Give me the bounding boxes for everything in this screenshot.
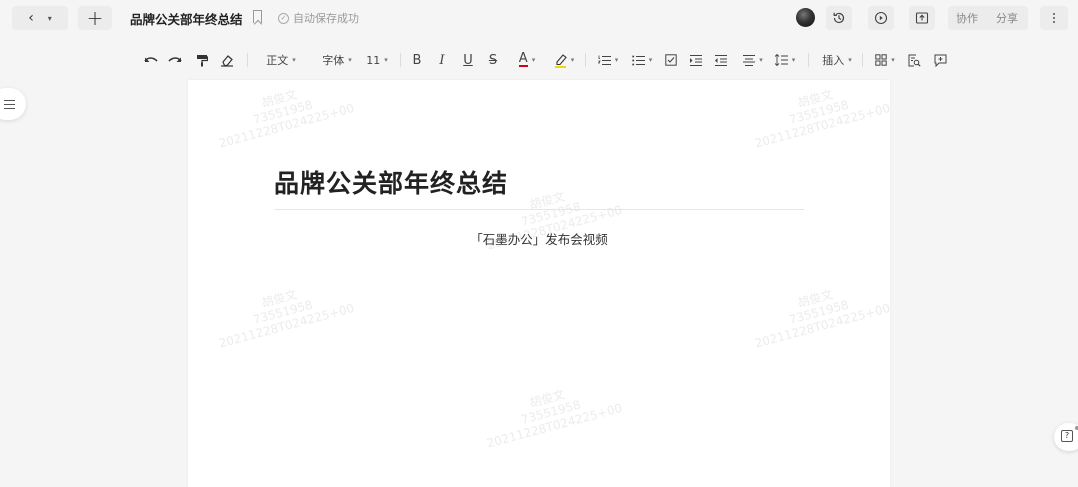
caret-down-icon: ▾ [570, 56, 575, 64]
font-color-icon: A [518, 51, 528, 67]
share-button[interactable]: 分享 [986, 6, 1028, 30]
checkbox-icon [665, 54, 677, 66]
watermark: 胡俊文 73551958 20211228T024225+00 [746, 274, 890, 350]
caret-down-icon: ▾ [648, 56, 653, 64]
toolbar-divider [585, 53, 586, 67]
font-color-button[interactable]: A ▾ [512, 52, 542, 68]
text-style-select[interactable]: 正文 ▾ [261, 52, 301, 68]
outline-toggle-button[interactable] [0, 88, 26, 120]
italic-button[interactable]: I [435, 52, 449, 68]
ordered-list-icon [597, 55, 611, 65]
new-doc-button[interactable]: + [78, 6, 112, 30]
format-painter-icon [197, 54, 208, 66]
doc-title[interactable]: 品牌公关部年终总结 [130, 9, 243, 28]
caret-down-icon: ▾ [384, 56, 388, 64]
play-icon [874, 11, 888, 25]
toolbar-divider [400, 53, 401, 67]
caret-down-icon: ▾ [47, 13, 52, 23]
help-icon: ? [1061, 430, 1073, 442]
caret-down-icon: ▾ [348, 56, 352, 64]
indent-icon [690, 54, 702, 66]
comment-button[interactable] [932, 52, 948, 68]
autosave-status: ✓ 自动保存成功 [278, 10, 359, 26]
bullet-list-button[interactable]: ▾ [628, 52, 656, 68]
indent-button[interactable] [689, 52, 703, 68]
caret-down-icon: ▾ [531, 56, 536, 64]
caret-down-icon: ▾ [891, 56, 895, 64]
collab-button[interactable]: 协作 [948, 6, 986, 30]
watermark: 胡俊文 73551958 20211228T024225+00 [210, 274, 355, 350]
comment-add-icon [934, 54, 946, 67]
find-button[interactable] [906, 52, 922, 68]
help-button[interactable]: ? [1054, 423, 1078, 451]
caret-down-icon: ▾ [848, 56, 852, 64]
toolbar-divider [247, 53, 248, 67]
autosave-text: 自动保存成功 [293, 12, 359, 25]
strikethrough-button[interactable]: S [486, 52, 500, 68]
align-center-icon [743, 54, 756, 66]
bold-button[interactable]: B [410, 52, 424, 68]
document-page[interactable]: 胡俊文 73551958 20211228T024225+00 胡俊文 7355… [188, 80, 890, 487]
line-height-button[interactable]: ▾ [771, 52, 799, 68]
caret-down-icon: ▾ [614, 56, 619, 64]
toolbar-divider [808, 53, 809, 67]
present-button[interactable] [868, 6, 894, 30]
ordered-list-button[interactable]: ▾ [594, 52, 622, 68]
font-size-select[interactable]: 11 ▾ [364, 52, 390, 68]
plus-icon: + [86, 6, 104, 30]
underline-button[interactable]: U [461, 52, 475, 68]
outdent-button[interactable] [714, 52, 728, 68]
undo-icon [144, 57, 158, 62]
caret-down-icon: ▾ [791, 56, 796, 64]
font-size-label: 11 [366, 53, 381, 67]
outdent-icon [715, 54, 727, 66]
watermark: 胡俊文 73551958 20211228T024225+00 [478, 374, 623, 450]
align-button[interactable]: ▾ [740, 52, 766, 68]
line-height-icon [774, 54, 788, 66]
text-style-label: 正文 [266, 54, 289, 67]
bookmark-icon[interactable] [253, 10, 262, 23]
redo-button[interactable] [167, 52, 183, 68]
chevron-left-icon: ‹ [28, 10, 34, 26]
font-family-label: 字体 [322, 54, 345, 67]
font-family-select[interactable]: 字体 ▾ [316, 52, 358, 68]
highlight-button[interactable]: ▾ [549, 52, 579, 68]
more-button[interactable] [1040, 6, 1068, 30]
undo-button[interactable] [143, 52, 159, 68]
export-icon [915, 12, 929, 24]
top-bar: ‹ ▾ + 品牌公关部年终总结 ✓ 自动保存成功 协作 分享 [0, 0, 1078, 36]
watermark: 胡俊文 73551958 20211228T024225+00 [746, 80, 890, 150]
format-painter-button[interactable] [194, 52, 210, 68]
doc-search-icon [908, 54, 921, 67]
grid-icon [875, 54, 887, 66]
format-toolbar: 正文 ▾ 字体 ▾ 11 ▾ B I U S A ▾ ▾ ▾ ▾ ▾ ▾ 插入 ▾ ▾ [0, 36, 1078, 82]
table-button[interactable]: ▾ [872, 52, 898, 68]
more-icon [1053, 13, 1055, 23]
eraser-icon [221, 54, 233, 67]
redo-icon [168, 57, 182, 62]
toolbar-divider [862, 53, 863, 67]
export-button[interactable] [909, 6, 935, 30]
avatar[interactable] [796, 8, 815, 27]
checklist-button[interactable] [664, 52, 678, 68]
outline-menu-icon [4, 99, 15, 109]
history-icon [833, 12, 845, 24]
bullet-list-icon [631, 55, 645, 65]
insert-menu[interactable]: 插入 ▾ [820, 52, 854, 68]
caret-down-icon: ▾ [292, 56, 296, 64]
heading-divider [274, 209, 804, 210]
watermark: 胡俊文 73551958 20211228T024225+00 [210, 80, 355, 150]
insert-label: 插入 [822, 54, 845, 67]
back-button[interactable]: ‹ ▾ [12, 6, 68, 30]
document-subtitle[interactable]: 「石墨办公」发布会视频 [188, 229, 890, 248]
document-heading[interactable]: 品牌公关部年终总结 [274, 164, 508, 200]
caret-down-icon: ▾ [759, 56, 763, 64]
highlighter-icon [554, 53, 567, 68]
clear-format-button[interactable] [219, 52, 235, 68]
check-circle-icon: ✓ [278, 12, 289, 24]
history-button[interactable] [826, 6, 852, 30]
